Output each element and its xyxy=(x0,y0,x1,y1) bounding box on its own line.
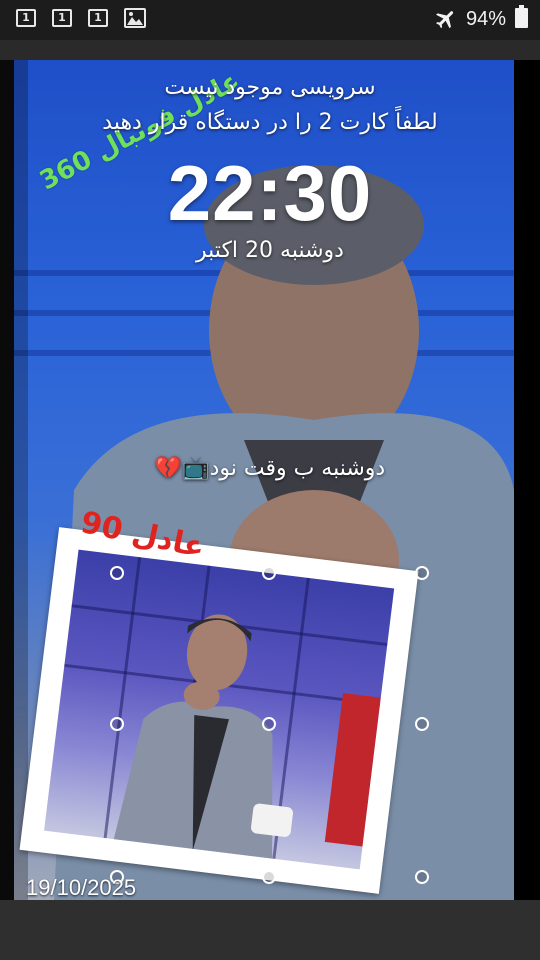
sim-insert-message: لطفاً کارت 2 را در دستگاه قرار دهید xyxy=(102,110,438,135)
left-edge xyxy=(0,60,14,900)
battery-icon xyxy=(515,5,528,28)
right-edge xyxy=(514,60,540,900)
lockscreen-clock: 22:30 xyxy=(167,149,373,237)
resize-handle[interactable] xyxy=(110,566,124,580)
owner-info-text: دوشنبه ب وقت نود📺💔 xyxy=(154,456,386,481)
airplane-icon xyxy=(434,7,458,31)
sim-slot-icon: 1 xyxy=(52,9,72,27)
carrier-status-text: سرویسی موجود نیست xyxy=(164,75,376,100)
battery-percent: 94% xyxy=(466,8,507,30)
resize-handle[interactable] xyxy=(415,717,429,731)
inset-photo xyxy=(44,549,395,870)
image-icon xyxy=(124,8,146,28)
photo-frame xyxy=(19,527,419,894)
top-strip xyxy=(0,40,540,60)
resize-handle[interactable] xyxy=(262,717,276,731)
resize-handle[interactable] xyxy=(262,870,276,884)
sim-slot-icon: 1 xyxy=(88,9,108,27)
resize-handle[interactable] xyxy=(110,717,124,731)
lockscreen-date: دوشنبه 20 اکتبر xyxy=(196,238,344,263)
wallpaper-date-stamp: 19/10/2025 xyxy=(26,875,137,900)
status-bar: 1 1 1 94% xyxy=(0,0,540,40)
resize-handle[interactable] xyxy=(415,566,429,580)
bottom-bar xyxy=(0,900,540,960)
resize-handle[interactable] xyxy=(415,870,429,884)
sim-slot-icon: 1 xyxy=(16,9,36,27)
resize-handle[interactable] xyxy=(262,566,276,580)
